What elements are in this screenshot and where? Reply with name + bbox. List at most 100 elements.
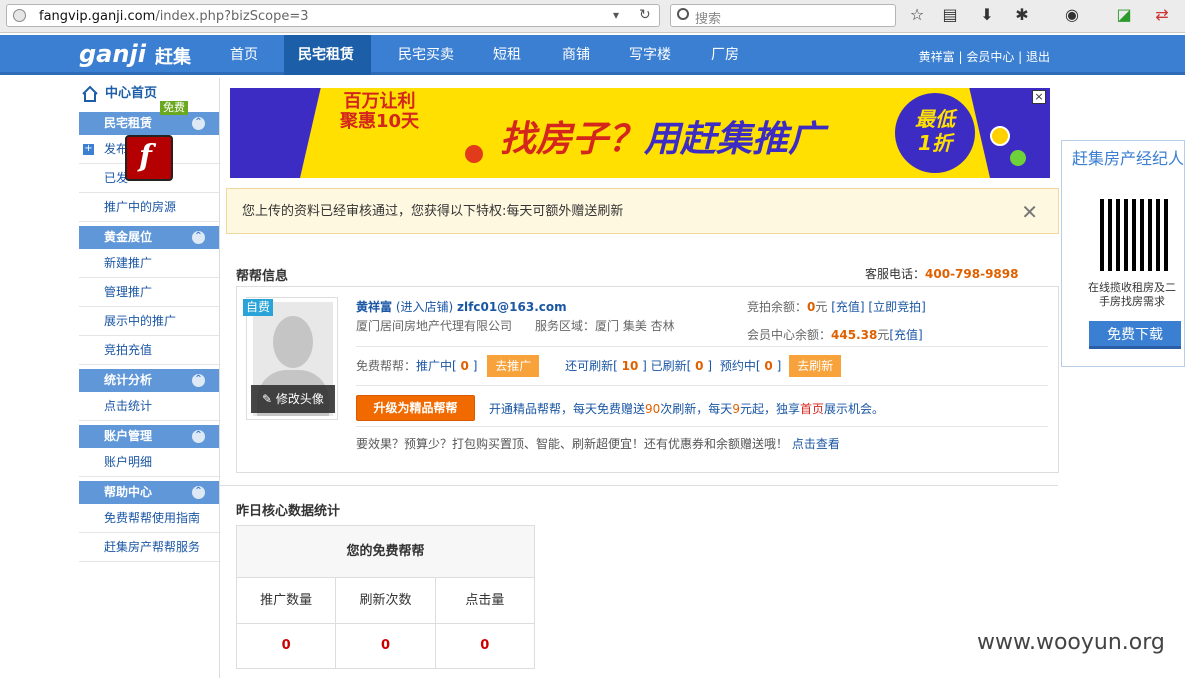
upgrade-text: 展示机会。: [823, 402, 884, 416]
upgrade-button[interactable]: 升级为精品帮帮: [356, 395, 475, 421]
collapse-icon[interactable]: ⌃: [192, 430, 205, 443]
notice-close-icon[interactable]: ✕: [1021, 189, 1038, 235]
collapse-icon[interactable]: ⌃: [192, 231, 205, 244]
sidebar-section-stats[interactable]: 统计分析 ⌃: [79, 369, 219, 392]
bookmark-star-icon[interactable]: ☆: [907, 5, 927, 25]
user-links[interactable]: 黄祥富 | 会员中心 | 退出: [919, 48, 1050, 65]
agent-company: 厦门居间房地产代理有限公司: [356, 319, 513, 333]
stats-column-header: 点击量: [465, 593, 505, 608]
stats-column-header: 推广数量: [237, 578, 337, 623]
section-divider: [220, 485, 1058, 486]
agent-name[interactable]: 黄祥富: [356, 300, 392, 314]
member-recharge-link[interactable]: [充值]: [889, 328, 922, 342]
sidebar-item-label: 竞拍充值: [104, 343, 153, 357]
sidebar-item-label: 推广中的房源: [104, 200, 177, 214]
refreshed-link[interactable]: 已刷新[ 0 ]: [651, 359, 712, 373]
free-download-button[interactable]: 免费下载: [1089, 321, 1181, 349]
sidebar-section-gold[interactable]: 黄金展位 ⌃: [79, 226, 219, 249]
service-phone-number: 400-798-9898: [925, 267, 1019, 281]
nav-short-rent[interactable]: 短租: [479, 35, 535, 75]
ext-arrows-icon[interactable]: ⇄: [1152, 5, 1172, 25]
sidebar-item-label: 点击统计: [104, 399, 153, 413]
agent-name-line: 黄祥富 (进入店铺) zlfc01@163.com: [356, 298, 567, 315]
banner-close-button[interactable]: ×: [1032, 90, 1046, 104]
edit-avatar-button[interactable]: ✎ 修改头像: [251, 385, 335, 413]
banner-tag: 百万让利 聚惠10天: [340, 92, 419, 132]
promo-banner[interactable]: 百万让利 聚惠10天 找房子？用赶集推广 最低 1折 ×: [230, 88, 1050, 178]
approval-notice: 您上传的资料已经审核通过，您获得以下特权:每天可额外赠送刷新 ✕: [226, 188, 1059, 234]
sidebar-home-label: 中心首页: [105, 86, 158, 101]
enter-shop-link[interactable]: (进入店铺): [396, 300, 453, 314]
banner-tag-line2: 聚惠10天: [340, 111, 420, 132]
sidebar-divider: [219, 78, 220, 678]
sidebar-item-click-stats[interactable]: 点击统计: [79, 392, 219, 421]
nav-residential-rent[interactable]: 民宅租赁: [284, 35, 371, 75]
sidebar-item-showing-promo[interactable]: 展示中的推广: [79, 307, 219, 336]
sidebar-item-promoting[interactable]: 推广中的房源: [79, 193, 219, 222]
collapse-icon[interactable]: ⌃: [192, 117, 205, 130]
free-badge: 免费: [160, 101, 188, 115]
nav-home[interactable]: 首页: [216, 35, 272, 75]
badge-line2: 1折: [918, 131, 952, 155]
sidebar-item-label: 账户明细: [104, 455, 153, 469]
bid-now-link[interactable]: [立即竞拍]: [868, 300, 925, 314]
sidebar-item-service[interactable]: 赶集房产帮帮服务: [79, 533, 219, 562]
sync-icon[interactable]: ◉: [1062, 5, 1082, 25]
url-bar[interactable]: fangvip.ganji.com/index.php?bizScope=3 ▾…: [6, 4, 660, 27]
upgrade-text: 开通精品帮帮，每天免费赠送: [489, 402, 646, 416]
upgrade-text: 次刷新，每天: [660, 402, 733, 416]
go-promote-button[interactable]: 去推广: [487, 355, 540, 377]
reload-icon[interactable]: ↻: [639, 7, 651, 23]
nav-office[interactable]: 写字楼: [615, 35, 685, 75]
globe-icon: [13, 9, 26, 22]
stats-value: 0: [336, 624, 436, 668]
promoting-link[interactable]: 推广中[ 0 ]: [416, 359, 477, 373]
agent-email[interactable]: zlfc01@163.com: [457, 300, 567, 314]
addon-icon[interactable]: ✱: [1012, 5, 1032, 25]
sidebar-item-account-detail[interactable]: 账户明细: [79, 448, 219, 477]
collapse-icon[interactable]: ⌃: [192, 374, 205, 387]
search-bar[interactable]: 搜索: [670, 4, 896, 27]
booked-count: 0: [764, 359, 773, 373]
stats-column-header: 刷新次数: [336, 578, 436, 623]
nav-factory[interactable]: 厂房: [697, 35, 753, 75]
flash-plugin-icon[interactable]: f: [125, 135, 173, 181]
home-icon: [82, 85, 98, 102]
section-title: 账户管理: [104, 429, 153, 443]
sidebar-section-account[interactable]: 账户管理 ⌃: [79, 425, 219, 448]
check-details-link[interactable]: 点击查看: [792, 437, 840, 451]
pencil-icon: ✎: [262, 392, 276, 406]
free-help-line: 免费帮帮：推广中[ 0 ] 去推广 还可刷新[ 10 ] 已刷新[ 0 ] 预约…: [356, 355, 842, 377]
bid-balance-unit: 元: [815, 300, 828, 314]
banner-discount-badge: 最低 1折: [895, 93, 975, 173]
sidebar-item-guide[interactable]: 免费帮帮使用指南: [79, 504, 219, 533]
download-icon[interactable]: ⬇: [977, 5, 997, 25]
sidebar-section-rent[interactable]: 民宅租赁 ⌃: [79, 112, 219, 135]
sidebar-home[interactable]: 中心首页: [79, 80, 219, 108]
service-label: 客服电话：: [865, 267, 926, 281]
browser-toolbar: fangvip.ganji.com/index.php?bizScope=3 ▾…: [0, 0, 1185, 33]
booked-link[interactable]: 预约中[ 0 ]: [720, 359, 781, 373]
ganji-logo[interactable]: ganji: [79, 40, 146, 68]
agent-app-title: 赶集房产经纪人: [1072, 149, 1185, 168]
search-placeholder: 搜索: [695, 12, 722, 27]
divider: [356, 385, 1048, 386]
can-refresh-link[interactable]: 还可刷新[ 10 ]: [565, 359, 647, 373]
nav-shops[interactable]: 商铺: [548, 35, 604, 75]
go-refresh-button[interactable]: 去刷新: [789, 355, 842, 377]
bid-recharge-link[interactable]: [充值]: [831, 300, 864, 314]
sidebar-section-help[interactable]: 帮助中心 ⌃: [79, 481, 219, 504]
sidebar-item-bid-recharge[interactable]: 竞拍充值: [79, 336, 219, 365]
sidebar-item-new-promo[interactable]: 新建推广: [79, 249, 219, 278]
nav-residential-sale[interactable]: 民宅买卖: [384, 35, 468, 75]
section-title: 统计分析: [104, 373, 153, 387]
sidebar-item-label: 展示中的推广: [104, 314, 177, 328]
ext-green-icon[interactable]: ◪: [1114, 5, 1134, 25]
bracket: ]: [776, 359, 782, 373]
sidebar-item-manage-promo[interactable]: 管理推广: [79, 278, 219, 307]
collapse-icon[interactable]: ⌃: [192, 486, 205, 499]
ganji-logo-cn[interactable]: 赶集: [155, 43, 191, 69]
dropdown-arrow-icon[interactable]: ▾: [613, 8, 619, 22]
reading-list-icon[interactable]: ▤: [940, 5, 960, 25]
section-title: 帮助中心: [104, 485, 153, 499]
